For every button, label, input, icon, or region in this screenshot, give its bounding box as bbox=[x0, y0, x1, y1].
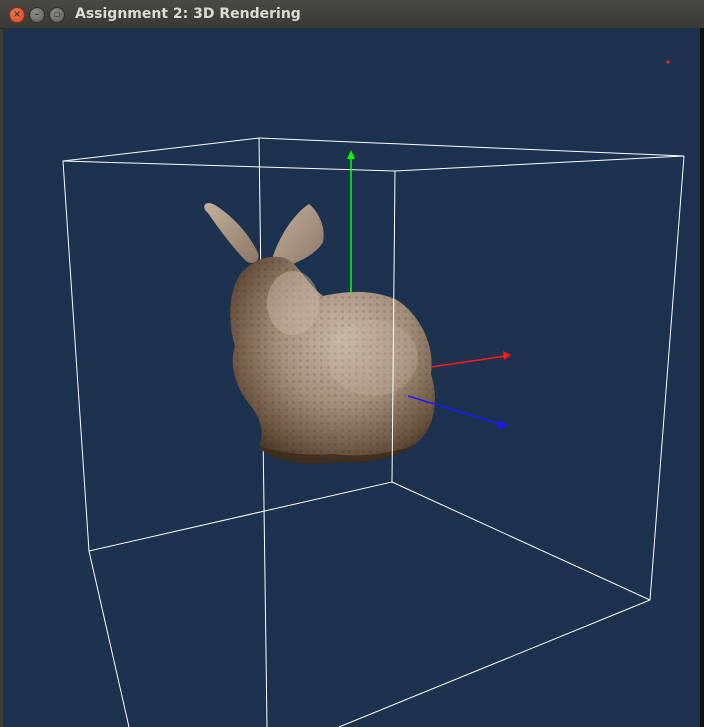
window-title: Assignment 2: 3D Rendering bbox=[75, 6, 301, 22]
bunny-model bbox=[204, 203, 435, 465]
maximize-icon[interactable]: ▫ bbox=[49, 7, 65, 23]
minimize-icon[interactable]: – bbox=[29, 7, 45, 23]
close-icon[interactable]: × bbox=[9, 7, 25, 23]
light-marker bbox=[666, 60, 670, 64]
x-axis-arrow bbox=[430, 351, 511, 368]
title-bar[interactable]: × – ▫ Assignment 2: 3D Rendering bbox=[0, 0, 704, 29]
app-window: × – ▫ Assignment 2: 3D Rendering bbox=[0, 0, 704, 727]
render-viewport[interactable] bbox=[3, 28, 700, 727]
window-edge bbox=[700, 28, 704, 727]
scene-canvas[interactable] bbox=[3, 28, 700, 727]
y-axis-arrow bbox=[347, 150, 355, 293]
